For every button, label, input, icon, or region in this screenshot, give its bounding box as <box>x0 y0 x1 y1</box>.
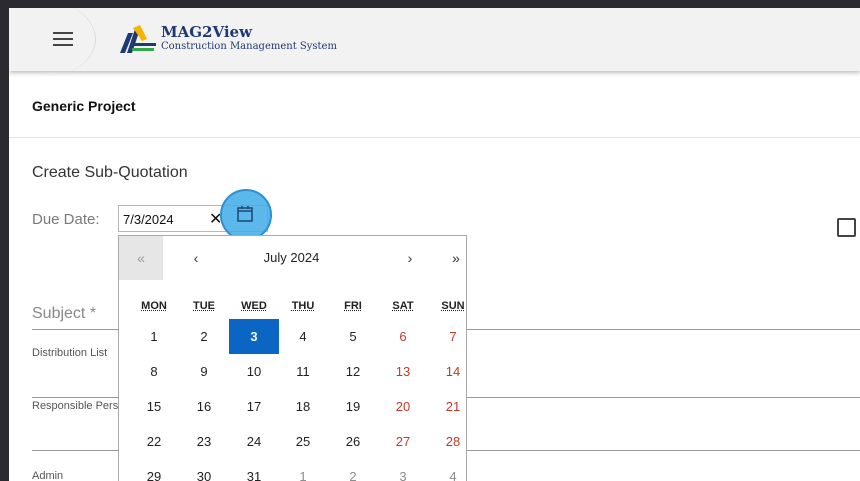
calendar-month-label[interactable]: July 2024 <box>214 236 369 280</box>
calendar-day[interactable]: 4 <box>278 319 328 354</box>
weekday-sat: SAT <box>392 300 414 312</box>
weekday-sun: SUN <box>441 300 465 312</box>
calendar-day[interactable]: 3 <box>378 459 428 481</box>
calendar-day[interactable]: 11 <box>278 354 328 389</box>
prev-year-button[interactable]: « <box>119 236 163 280</box>
calendar-day[interactable]: 26 <box>328 424 378 459</box>
calendar-day[interactable]: 14 <box>428 354 478 389</box>
calendar-day[interactable]: 2 <box>328 459 378 481</box>
calendar-day[interactable]: 18 <box>278 389 328 424</box>
date-picker-calendar: « ‹ July 2024 › » MON TUE WED THU FRI SAT SUN … <box>118 235 467 481</box>
calendar-day[interactable]: 28 <box>428 424 478 459</box>
next-month-button[interactable]: › <box>385 236 435 280</box>
distribution-list-label: Distribution List <box>32 347 108 359</box>
calendar-day[interactable]: 9 <box>179 354 229 389</box>
calendar-day[interactable]: 13 <box>378 354 428 389</box>
checkbox[interactable] <box>837 218 856 237</box>
calendar-day[interactable]: 29 <box>129 459 179 481</box>
calendar-day[interactable]: 31 <box>229 459 279 481</box>
calendar-day[interactable]: 21 <box>428 389 478 424</box>
calendar-day[interactable]: 6 <box>378 319 428 354</box>
app-frame: MAG2View Construction Management System … <box>9 8 860 481</box>
calendar-day[interactable]: 20 <box>378 389 428 424</box>
calendar-day[interactable]: 8 <box>129 354 179 389</box>
calendar-day[interactable]: 1 <box>278 459 328 481</box>
calendar-day[interactable]: 19 <box>328 389 378 424</box>
weekday-fri: FRI <box>344 300 362 312</box>
calendar-day[interactable]: 23 <box>179 424 229 459</box>
calendar-day[interactable]: 7 <box>428 319 478 354</box>
weekday-mon: MON <box>141 300 167 312</box>
weekday-thu: THU <box>291 300 315 312</box>
calendar-day[interactable]: 4 <box>428 459 478 481</box>
project-bar <box>9 71 860 138</box>
brand-subtitle: Construction Management System <box>161 41 337 52</box>
calendar-day[interactable]: 3 <box>229 319 279 354</box>
calendar-day[interactable]: 22 <box>129 424 179 459</box>
calendar-button[interactable] <box>220 189 272 241</box>
calendar-day[interactable]: 12 <box>328 354 378 389</box>
due-date-value[interactable]: 7/3/2024 <box>123 212 174 227</box>
admin-label: Admin <box>32 470 64 481</box>
weekday-tue: TUE <box>193 300 215 312</box>
next-year-button[interactable]: » <box>431 236 481 280</box>
brand-title: MAG2View <box>161 23 253 41</box>
calendar-day[interactable]: 24 <box>229 424 279 459</box>
calendar-day[interactable]: 2 <box>179 319 229 354</box>
calendar-day[interactable]: 16 <box>179 389 229 424</box>
subject-label: Subject * <box>32 305 97 322</box>
logo-icon <box>120 25 156 53</box>
calendar-icon <box>237 206 253 222</box>
calendar-day[interactable]: 15 <box>129 389 179 424</box>
calendar-day[interactable]: 27 <box>378 424 428 459</box>
page-title: Create Sub-Quotation <box>32 164 188 181</box>
calendar-day[interactable]: 25 <box>278 424 328 459</box>
top-bar: MAG2View Construction Management System <box>9 8 860 76</box>
responsible-person-label: Responsible Person <box>32 400 131 412</box>
calendar-day[interactable]: 5 <box>328 319 378 354</box>
calendar-day[interactable]: 30 <box>179 459 229 481</box>
menu-icon[interactable] <box>53 32 73 48</box>
calendar-day[interactable]: 10 <box>229 354 279 389</box>
calendar-day[interactable]: 17 <box>229 389 279 424</box>
project-title: Generic Project <box>32 98 136 114</box>
due-date-label: Due Date: <box>32 211 100 228</box>
weekday-wed: WED <box>241 300 267 312</box>
calendar-day[interactable]: 1 <box>129 319 179 354</box>
